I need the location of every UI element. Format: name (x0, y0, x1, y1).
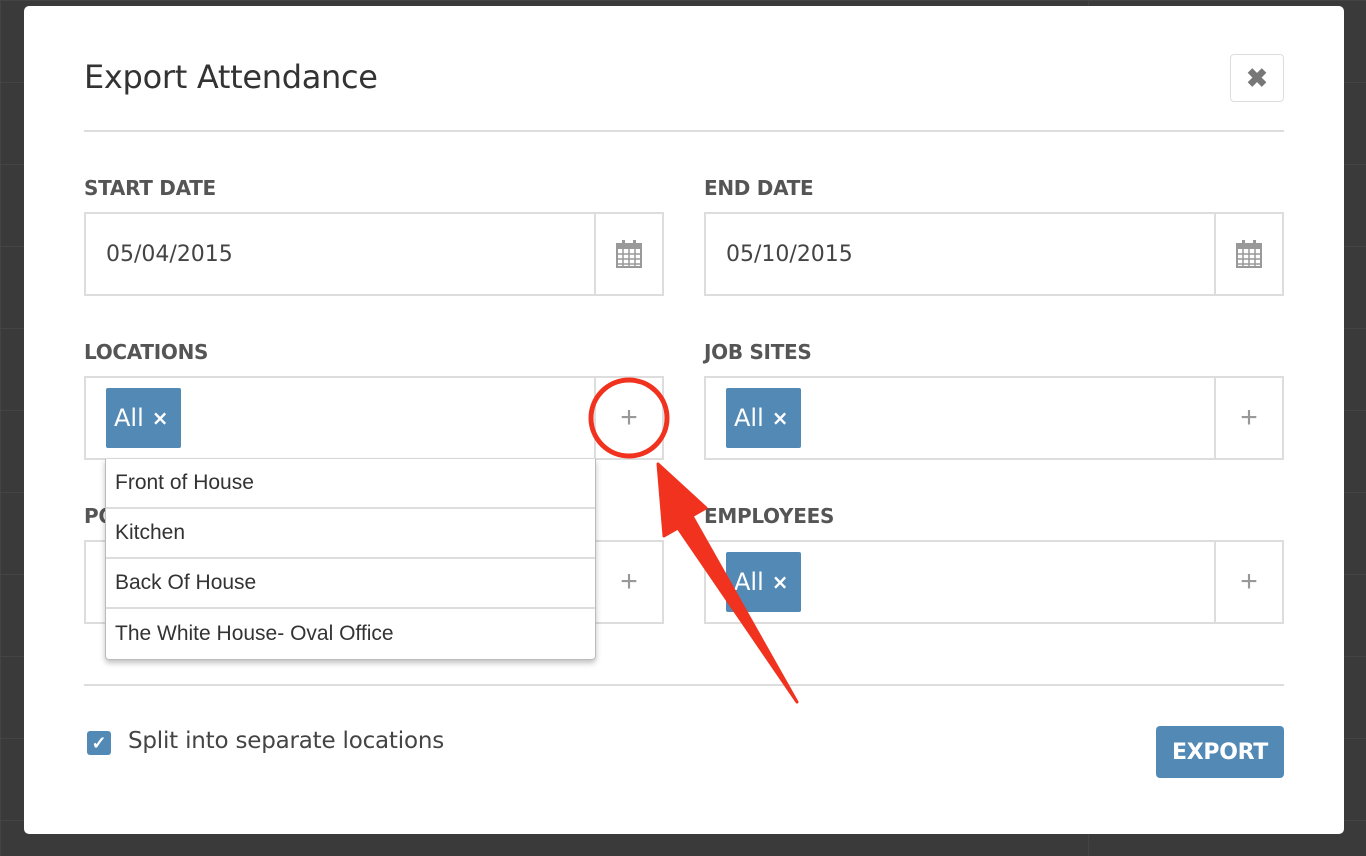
start-date-label: START DATE (84, 176, 216, 200)
job-sites-add-button[interactable]: + (1214, 378, 1282, 458)
checkmark-icon: ✓ (91, 732, 107, 753)
job-sites-tag-all: All × (726, 388, 801, 448)
dialog-title: Export Attendance (84, 58, 378, 96)
start-date-value: 05/04/2015 (106, 241, 233, 267)
end-date-label: END DATE (704, 176, 814, 200)
start-date-input[interactable]: 05/04/2015 (86, 214, 594, 294)
end-date-calendar-button[interactable] (1214, 214, 1282, 294)
plus-icon: + (620, 565, 638, 598)
locations-dropdown: Front of House Kitchen Back Of House The… (105, 459, 596, 660)
close-icon: ✖ (1246, 62, 1268, 93)
employees-label: EMPLOYEES (704, 504, 835, 528)
employees-tag-container[interactable]: All × (706, 542, 1214, 622)
tag-remove-icon[interactable]: × (772, 570, 789, 594)
end-date-field: 05/10/2015 (704, 212, 1284, 296)
locations-option[interactable]: Back Of House (106, 559, 595, 609)
header-divider (84, 130, 1284, 132)
calendar-icon (1236, 240, 1262, 268)
plus-icon: + (1240, 565, 1258, 598)
locations-field: All × + (84, 376, 664, 460)
close-button[interactable]: ✖ (1230, 54, 1284, 102)
split-locations-label[interactable]: Split into separate locations (128, 728, 444, 754)
export-attendance-dialog: Export Attendance ✖ START DATE 05/04/201… (24, 6, 1344, 834)
job-sites-field: All × + (704, 376, 1284, 460)
job-sites-label: JOB SITES (704, 340, 812, 364)
footer-divider (84, 684, 1284, 686)
tag-label: All (734, 568, 764, 596)
tag-label: All (114, 404, 144, 432)
locations-add-button[interactable]: + (594, 378, 662, 458)
split-locations-checkbox[interactable]: ✓ (87, 731, 111, 755)
tag-remove-icon[interactable]: × (772, 406, 789, 430)
tag-remove-icon[interactable]: × (152, 406, 169, 430)
export-button[interactable]: EXPORT (1156, 726, 1284, 778)
plus-icon: + (1240, 401, 1258, 434)
start-date-field: 05/04/2015 (84, 212, 664, 296)
plus-icon: + (620, 401, 638, 434)
locations-option[interactable]: Front of House (106, 459, 595, 509)
locations-tag-container[interactable]: All × (86, 378, 594, 458)
job-sites-tag-container[interactable]: All × (706, 378, 1214, 458)
employees-field: All × + (704, 540, 1284, 624)
end-date-value: 05/10/2015 (726, 241, 853, 267)
employees-tag-all: All × (726, 552, 801, 612)
tag-label: All (734, 404, 764, 432)
locations-option[interactable]: The White House- Oval Office (106, 609, 595, 659)
locations-tag-all: All × (106, 388, 181, 448)
locations-option[interactable]: Kitchen (106, 509, 595, 559)
positions-add-button[interactable]: + (594, 542, 662, 622)
locations-label: LOCATIONS (84, 340, 209, 364)
end-date-input[interactable]: 05/10/2015 (706, 214, 1214, 294)
employees-add-button[interactable]: + (1214, 542, 1282, 622)
calendar-icon (616, 240, 642, 268)
start-date-calendar-button[interactable] (594, 214, 662, 294)
